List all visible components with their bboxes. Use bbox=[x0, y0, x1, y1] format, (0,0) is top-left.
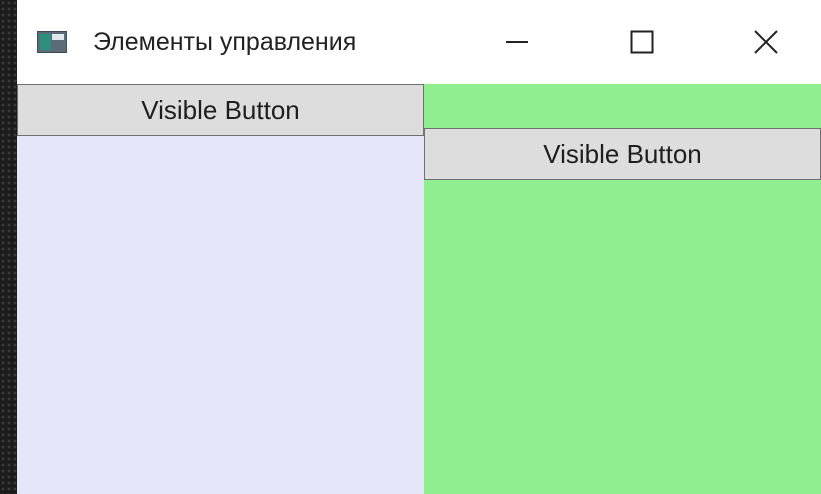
close-icon bbox=[754, 30, 778, 54]
left-stack-panel: Visible Button bbox=[17, 84, 424, 494]
visible-button-left[interactable]: Visible Button bbox=[17, 84, 424, 136]
app-icon[interactable] bbox=[37, 31, 67, 53]
close-button[interactable] bbox=[736, 20, 796, 64]
minimize-button[interactable] bbox=[487, 20, 547, 64]
window-title: Элементы управления bbox=[93, 28, 357, 56]
app-window: Элементы управления Visible Button Visib… bbox=[17, 0, 821, 494]
minimize-icon bbox=[506, 41, 528, 43]
client-area: Visible Button Visible Button bbox=[17, 84, 821, 494]
maximize-button[interactable] bbox=[612, 20, 672, 64]
title-bar[interactable]: Элементы управления bbox=[17, 0, 821, 84]
visible-button-right[interactable]: Visible Button bbox=[424, 128, 821, 180]
maximize-icon bbox=[630, 30, 654, 54]
right-stack-panel: Visible Button bbox=[424, 84, 821, 494]
